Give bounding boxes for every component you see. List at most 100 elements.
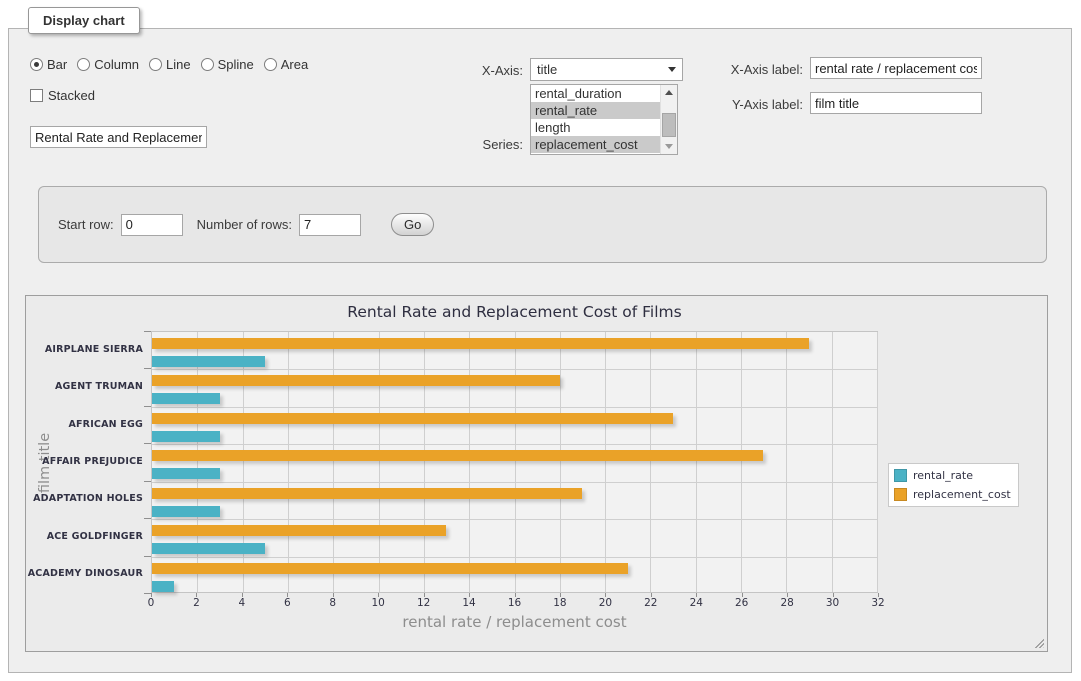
x-tick-label: 18 <box>540 597 580 609</box>
radio-button[interactable] <box>30 58 43 71</box>
y-tick-mark <box>144 593 151 594</box>
gridline-vertical <box>786 332 787 592</box>
y-tick-mark <box>144 556 151 557</box>
gridline-vertical <box>560 332 561 592</box>
x-tick-label: 2 <box>176 597 216 609</box>
gridline-vertical <box>832 332 833 592</box>
resize-handle-icon[interactable] <box>1033 637 1044 648</box>
bar-rental_rate <box>152 581 174 592</box>
start-row-label: Start row: <box>58 217 114 232</box>
num-rows-label: Number of rows: <box>197 217 292 232</box>
stacked-checkbox[interactable] <box>30 89 43 102</box>
radio-label: Bar <box>47 57 67 72</box>
y-tick-mark <box>144 443 151 444</box>
category-label: ACADEMY DINOSAUR <box>26 568 143 579</box>
y-axis-label-label: Y-Axis label: <box>703 97 803 112</box>
fieldset-legend: Display chart <box>28 7 140 34</box>
y-tick-mark <box>144 481 151 482</box>
x-tick-label: 12 <box>404 597 444 609</box>
chart-title-input[interactable] <box>30 126 207 148</box>
scroll-down-button[interactable] <box>661 139 677 154</box>
chart-type-radio-group: Bar Column Line Spline Area <box>30 57 308 72</box>
gridline-vertical <box>605 332 606 592</box>
bar-replacement_cost <box>152 338 809 349</box>
radio-button[interactable] <box>149 58 162 71</box>
bar-replacement_cost <box>152 450 763 461</box>
gridline-horizontal <box>152 369 877 370</box>
radio-label: Line <box>166 57 191 72</box>
x-axis-tick-labels: 02468101214161820222426283032 <box>151 597 878 610</box>
radio-option-bar[interactable]: Bar <box>30 57 67 72</box>
bar-replacement_cost <box>152 413 673 424</box>
radio-option-column[interactable]: Column <box>77 57 139 72</box>
scrollbar-thumb[interactable] <box>662 113 676 137</box>
series-option-replacement_cost[interactable]: replacement_cost <box>531 136 660 153</box>
gridline-vertical <box>379 332 380 592</box>
go-button[interactable]: Go <box>391 213 434 236</box>
series-listbox[interactable]: rental_durationrental_ratelengthreplacem… <box>530 84 678 155</box>
radio-option-area[interactable]: Area <box>264 57 308 72</box>
x-tick-label: 26 <box>722 597 762 609</box>
category-label: AFRICAN EGG <box>26 419 143 430</box>
radio-label: Area <box>281 57 308 72</box>
x-axis-select[interactable]: title <box>530 58 683 81</box>
gridline-vertical <box>515 332 516 592</box>
bar-replacement_cost <box>152 563 628 574</box>
x-axis-label-input[interactable] <box>810 57 982 79</box>
triangle-down-icon <box>665 144 673 149</box>
gridline-vertical <box>650 332 651 592</box>
x-axis-label-label: X-Axis label: <box>703 62 803 77</box>
triangle-up-icon <box>665 90 673 95</box>
gridline-horizontal <box>152 557 877 558</box>
series-option-rental_duration[interactable]: rental_duration <box>531 85 660 102</box>
gridline-vertical <box>469 332 470 592</box>
radio-button[interactable] <box>77 58 90 71</box>
bar-rental_rate <box>152 468 220 479</box>
stacked-checkbox-row[interactable]: Stacked <box>30 88 95 103</box>
x-tick-label: 4 <box>222 597 262 609</box>
start-row-input[interactable] <box>121 214 183 236</box>
scroll-up-button[interactable] <box>661 85 677 100</box>
legend-swatch <box>894 469 907 482</box>
y-tick-mark <box>144 331 151 332</box>
x-tick-label: 6 <box>267 597 307 609</box>
radio-button[interactable] <box>264 58 277 71</box>
stacked-label: Stacked <box>48 88 95 103</box>
rows-panel: Start row: Number of rows: Go <box>38 186 1047 263</box>
series-option-length[interactable]: length <box>531 119 660 136</box>
radio-option-spline[interactable]: Spline <box>201 57 254 72</box>
chart-title: Rental Rate and Replacement Cost of Film… <box>151 303 878 321</box>
radio-button[interactable] <box>201 58 214 71</box>
x-tick-label: 28 <box>767 597 807 609</box>
y-axis-label-input[interactable] <box>810 92 982 114</box>
num-rows-input[interactable] <box>299 214 361 236</box>
bar-replacement_cost <box>152 375 560 386</box>
legend-swatch <box>894 488 907 501</box>
gridline-vertical <box>424 332 425 592</box>
x-tick-label: 8 <box>313 597 353 609</box>
x-tick-label: 16 <box>495 597 535 609</box>
y-axis-category-labels: AIRPLANE SIERRAAGENT TRUMANAFRICAN EGGAF… <box>26 331 143 593</box>
x-tick-label: 20 <box>585 597 625 609</box>
x-tick-label: 10 <box>358 597 398 609</box>
x-axis-select-label: X-Axis: <box>433 63 523 78</box>
x-tick-label: 24 <box>676 597 716 609</box>
gridline-horizontal <box>152 482 877 483</box>
bar-rental_rate <box>152 431 220 442</box>
gridline-horizontal <box>152 444 877 445</box>
gridline-vertical <box>696 332 697 592</box>
gridline-vertical <box>333 332 334 592</box>
bar-replacement_cost <box>152 488 582 499</box>
bar-rental_rate <box>152 543 265 554</box>
legend-label: replacement_cost <box>913 488 1011 501</box>
radio-label: Column <box>94 57 139 72</box>
category-label: ACE GOLDFINGER <box>26 531 143 542</box>
radio-option-line[interactable]: Line <box>149 57 191 72</box>
bar-rental_rate <box>152 506 220 517</box>
category-label: ADAPTATION HOLES <box>26 493 143 504</box>
bar-replacement_cost <box>152 525 446 536</box>
series-option-rental_rate[interactable]: rental_rate <box>531 102 660 119</box>
gridline-horizontal <box>152 519 877 520</box>
series-listbox-label: Series: <box>433 137 523 152</box>
listbox-scrollbar[interactable] <box>660 85 677 154</box>
